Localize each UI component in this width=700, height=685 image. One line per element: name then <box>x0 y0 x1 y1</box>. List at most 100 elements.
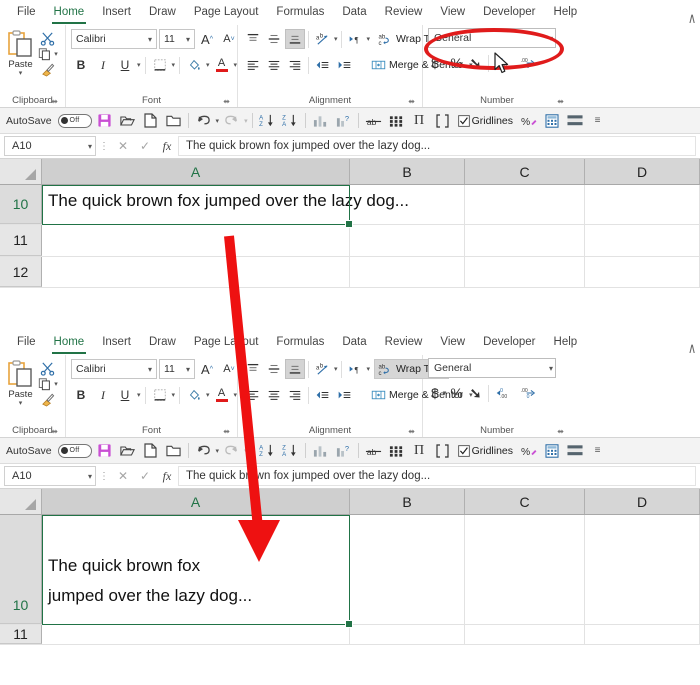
tab-home-2[interactable]: Home <box>45 331 94 355</box>
tab-page-layout-2[interactable]: Page Layout <box>185 331 268 355</box>
undo-caret-icon[interactable]: ▾ <box>216 117 220 125</box>
underline-caret-icon[interactable]: ▾ <box>137 61 141 69</box>
calculator-button[interactable] <box>541 111 562 131</box>
tab-data-2[interactable]: Data <box>333 331 375 355</box>
increase-indent-button[interactable] <box>334 55 355 75</box>
pi-button[interactable]: Π <box>409 111 430 131</box>
tab-file[interactable]: File <box>8 1 45 25</box>
cell-b10[interactable] <box>350 185 465 224</box>
tab-draw-2[interactable]: Draw <box>140 331 185 355</box>
format-painter-button-2[interactable] <box>40 392 55 407</box>
grow-font-button-2[interactable]: A ^ <box>197 359 217 379</box>
orientation-caret-icon[interactable]: ▾ <box>334 35 338 43</box>
align-center-button-2[interactable] <box>264 385 284 405</box>
clipboard-dialog-launcher[interactable]: ⬌ <box>51 97 58 106</box>
cell-d11[interactable] <box>585 225 700 256</box>
gridlines-toggle[interactable]: Gridlines <box>455 111 516 131</box>
align-bottom-button[interactable] <box>285 29 305 49</box>
qat-overflow-button-2[interactable]: ≡ <box>587 441 608 461</box>
column-header-c-2[interactable]: C <box>465 489 585 514</box>
currency-caret-icon[interactable]: ▾ <box>443 59 447 67</box>
cell-a12[interactable] <box>42 257 350 287</box>
cell-b10-2[interactable] <box>350 515 465 624</box>
tab-formulas[interactable]: Formulas <box>267 1 333 25</box>
chart-help-button-2[interactable]: ? <box>333 441 354 461</box>
copy-caret-icon[interactable]: ▾ <box>54 380 58 388</box>
align-left-button-2[interactable] <box>243 385 263 405</box>
strikethrough-button[interactable]: ab <box>363 111 384 131</box>
redo-button[interactable] <box>221 111 242 131</box>
borders-caret-icon[interactable]: ▾ <box>172 391 176 399</box>
select-all-corner[interactable] <box>0 159 42 184</box>
tab-page-layout[interactable]: Page Layout <box>185 1 268 25</box>
tab-developer[interactable]: Developer <box>474 1 544 25</box>
folder-button-2[interactable] <box>163 441 184 461</box>
align-top-button[interactable] <box>243 29 263 49</box>
bold-button[interactable]: B <box>71 55 91 75</box>
cell-a10[interactable] <box>42 185 350 224</box>
banded-button-2[interactable] <box>564 441 585 461</box>
folder-button[interactable] <box>163 111 184 131</box>
font-dialog-launcher[interactable]: ⬌ <box>223 97 230 106</box>
row-header-10[interactable]: 10 <box>0 185 42 224</box>
chart-button-2[interactable] <box>310 441 331 461</box>
clipboard-dialog-launcher-2[interactable]: ⬌ <box>51 427 58 436</box>
tab-formulas-2[interactable]: Formulas <box>267 331 333 355</box>
underline-button-2[interactable]: U <box>115 385 135 405</box>
orientation-caret-icon[interactable]: ▾ <box>334 365 338 373</box>
cell-d12[interactable] <box>585 257 700 287</box>
redo-button-2[interactable] <box>221 441 242 461</box>
borders-button[interactable] <box>150 55 170 75</box>
name-box[interactable]: A10 ▾ <box>4 136 96 156</box>
grid-small-button-2[interactable] <box>386 441 407 461</box>
redo-caret-icon[interactable]: ▾ <box>244 117 248 125</box>
align-center-button[interactable] <box>264 55 284 75</box>
save-button[interactable] <box>94 111 115 131</box>
orientation-button[interactable]: a b <box>312 29 333 49</box>
currency-button-2[interactable]: $ <box>428 385 442 401</box>
strikethrough-button-2[interactable]: ab <box>363 441 384 461</box>
text-direction-caret-icon[interactable]: ▾ <box>367 35 371 43</box>
row-header-10-2[interactable]: 10 <box>0 515 42 624</box>
sort-ascending-button-2[interactable]: A Z <box>257 441 278 461</box>
align-middle-button[interactable] <box>264 29 284 49</box>
cut-button-2[interactable] <box>40 361 55 376</box>
cell-c11[interactable] <box>465 225 585 256</box>
cell-d11-2[interactable] <box>585 625 700 644</box>
formula-input[interactable]: The quick brown fox jumped over the lazy… <box>178 136 696 156</box>
cell-a11-2[interactable] <box>42 625 350 644</box>
font-name-combo-2[interactable]: Calibri ▾ <box>71 359 157 379</box>
open-button-2[interactable] <box>117 441 138 461</box>
tab-insert[interactable]: Insert <box>93 1 140 25</box>
decrease-decimal-button-2[interactable]: .00 0 <box>516 383 539 403</box>
align-right-button-2[interactable] <box>285 385 305 405</box>
font-dialog-launcher-2[interactable]: ⬌ <box>223 427 230 436</box>
column-header-d-2[interactable]: D <box>585 489 700 514</box>
new-file-button[interactable] <box>140 111 161 131</box>
align-right-button[interactable] <box>285 55 305 75</box>
paste-button-2[interactable]: Paste ▾ <box>5 358 36 407</box>
font-color-caret-icon[interactable]: ▾ <box>234 61 238 69</box>
bracket-button-2[interactable] <box>432 441 453 461</box>
undo-button-2[interactable] <box>193 441 214 461</box>
alignment-dialog-launcher-2[interactable]: ⬌ <box>408 427 415 436</box>
undo-caret-icon[interactable]: ▾ <box>216 447 220 455</box>
font-color-caret-icon[interactable]: ▾ <box>234 391 238 399</box>
confirm-entry-button-2[interactable]: ✓ <box>134 469 156 483</box>
borders-button-2[interactable] <box>150 385 170 405</box>
font-color-button-2[interactable]: A <box>212 385 232 405</box>
comma-style-button[interactable]: ➘ <box>467 55 485 72</box>
column-header-b-2[interactable]: B <box>350 489 465 514</box>
alignment-dialog-launcher[interactable]: ⬌ <box>408 97 415 106</box>
text-direction-caret-icon[interactable]: ▾ <box>367 365 371 373</box>
align-middle-button-2[interactable] <box>264 359 284 379</box>
cell-a11[interactable] <box>42 225 350 256</box>
gridlines-toggle-2[interactable]: Gridlines <box>455 441 516 461</box>
align-left-button[interactable] <box>243 55 263 75</box>
italic-button[interactable]: I <box>93 55 113 75</box>
cancel-entry-button[interactable]: ✕ <box>112 139 134 153</box>
grow-font-button[interactable]: A ^ <box>197 29 217 49</box>
cell-c11-2[interactable] <box>465 625 585 644</box>
borders-caret-icon[interactable]: ▾ <box>172 61 176 69</box>
cell-c12[interactable] <box>465 257 585 287</box>
